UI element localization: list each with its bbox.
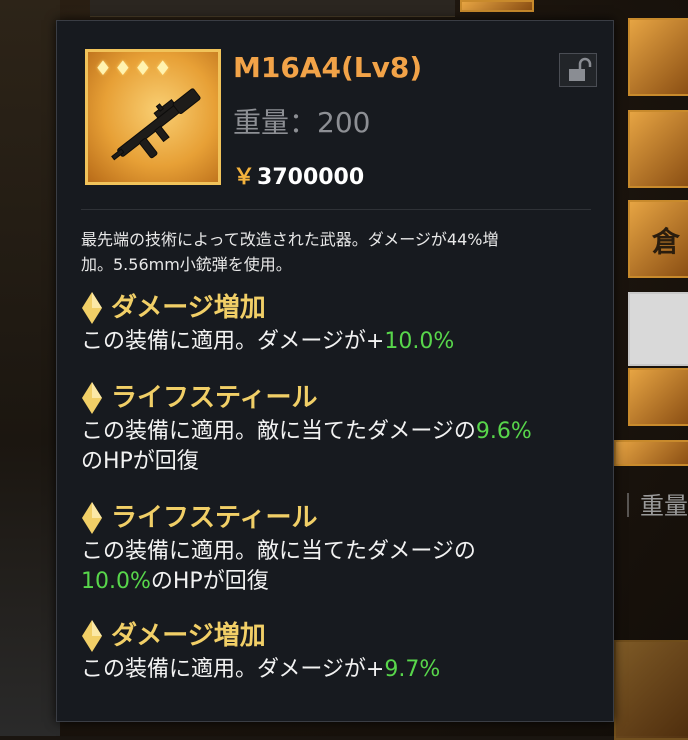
inventory-slot[interactable] <box>628 18 688 96</box>
perk-desc-text: この装備に適用。ダメージが+ <box>81 657 385 682</box>
perk-desc-text: この装備に適用。ダメージが+ <box>81 329 385 354</box>
unlock-icon <box>569 57 592 81</box>
inventory-slot[interactable] <box>460 0 534 12</box>
inventory-slot[interactable] <box>614 640 688 740</box>
perk-title-text: ライフスティール <box>111 503 318 533</box>
perk-description: この装備に適用。ダメージが+9.7% <box>81 655 611 685</box>
perk-desc-suffix: のHPが回復 <box>81 449 199 474</box>
diamond-icon <box>82 292 102 324</box>
perk-title-text: ダメージ増加 <box>111 293 266 323</box>
inventory-slot[interactable] <box>628 368 688 426</box>
description-line: 加。5.56mm小銃弾を使用。 <box>81 255 292 274</box>
item-icon-frame: ♦♦♦♦ <box>85 49 221 185</box>
perk-value: 9.7% <box>384 657 441 682</box>
diamond-icon <box>82 502 102 534</box>
weight-label: 重量： <box>233 106 318 139</box>
inventory-slot[interactable] <box>614 440 688 466</box>
perk-desc-text: この装備に適用。敵に当てたダメージの <box>81 539 476 564</box>
rifle-icon <box>111 88 201 161</box>
perk-desc-text: この装備に適用。敵に当てたダメージの <box>81 419 476 444</box>
tooltip-divider <box>81 209 591 210</box>
item-price: ￥3700000 <box>233 159 364 191</box>
diamond-icon <box>82 620 102 652</box>
perk-item: ライフスティール この装備に適用。敵に当てたダメージの 10.0%のHPが回復 <box>81 499 611 597</box>
inventory-slot[interactable] <box>628 292 688 366</box>
perk-title: ダメージ増加 <box>81 617 611 655</box>
perk-value: 10.0% <box>384 329 455 354</box>
perk-value: 9.6% <box>475 419 532 444</box>
perk-title-text: ダメージ増加 <box>111 621 266 651</box>
left-side-panel <box>0 0 60 736</box>
perk-item: ライフスティール この装備に適用。敵に当てたダメージの9.6% のHPが回復 <box>81 379 611 477</box>
perk-desc-suffix: のHPが回復 <box>150 569 269 594</box>
perk-description: この装備に適用。ダメージが+10.0% <box>81 327 611 357</box>
inventory-slot[interactable] <box>628 110 688 188</box>
diamond-icon <box>82 382 102 414</box>
item-name: M16A4(Lv8) <box>233 51 423 84</box>
description-line: 最先端の技術によって改造された武器。ダメージが44%増 <box>81 230 499 249</box>
lock-toggle-button[interactable] <box>559 53 597 87</box>
background-kanji: 倉 <box>652 225 681 258</box>
item-description: 最先端の技術によって改造された武器。ダメージが44%増 加。5.56mm小銃弾を… <box>81 227 601 277</box>
perk-description: この装備に適用。敵に当てたダメージの9.6% のHPが回復 <box>81 417 611 477</box>
perk-value: 10.0% <box>81 569 151 594</box>
background-top-tile <box>90 0 455 17</box>
perk-item: ダメージ増加 この装備に適用。ダメージが+10.0% <box>81 289 611 357</box>
perk-description: この装備に適用。敵に当てたダメージの 10.0%のHPが回復 <box>81 537 611 597</box>
perk-title-text: ライフスティール <box>111 383 318 413</box>
weight-value: 200 <box>317 106 371 139</box>
item-weight: 重量：200 <box>233 101 370 141</box>
perk-title: ダメージ増加 <box>81 289 611 327</box>
perk-title: ライフスティール <box>81 499 611 537</box>
yen-symbol: ￥ <box>233 165 256 190</box>
perk-item: ダメージ増加 この装備に適用。ダメージが+9.7% <box>81 617 611 685</box>
item-tooltip: ♦♦♦♦ M16A4(Lv8) 重量：200 ￥3700000 最先端の技術によ… <box>56 20 614 722</box>
perk-title: ライフスティール <box>81 379 611 417</box>
price-value: 3700000 <box>257 165 365 190</box>
